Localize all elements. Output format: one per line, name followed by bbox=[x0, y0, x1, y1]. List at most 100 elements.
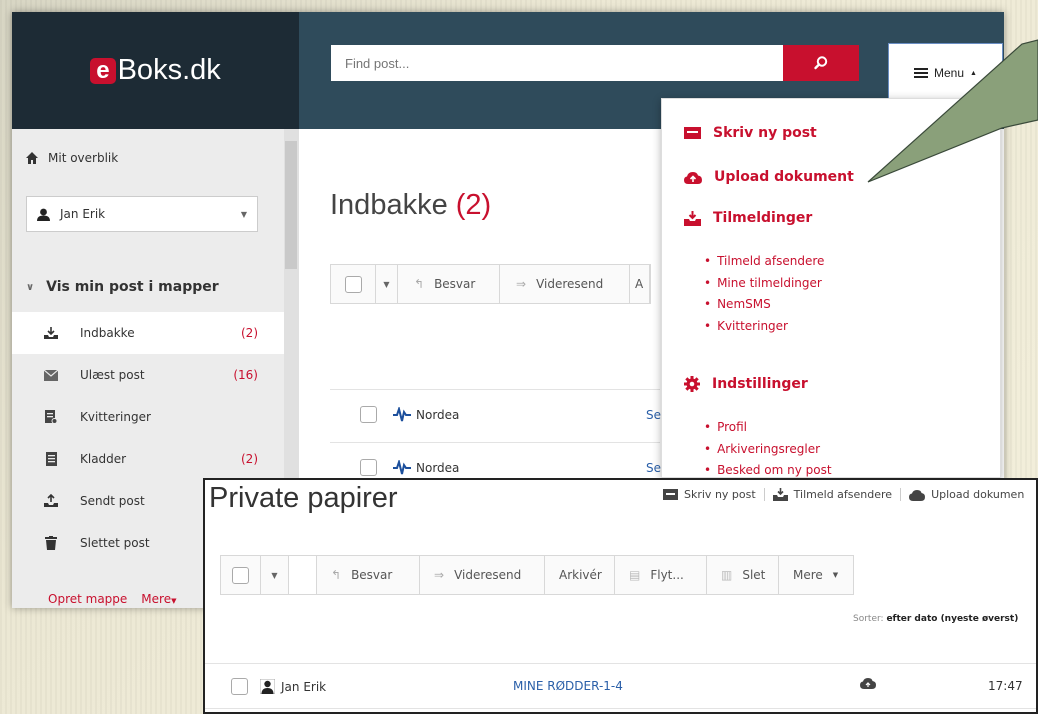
more-link[interactable]: Mere▼ bbox=[141, 592, 176, 606]
create-folder-link[interactable]: Opret mappe bbox=[48, 592, 127, 606]
menu-dropdown: Skriv ny post Upload dokument Tilmelding… bbox=[661, 98, 1001, 478]
subscribe-action-label: Tilmeld afsendere bbox=[793, 488, 893, 501]
subscription-link[interactable]: Mine tilmeldinger bbox=[704, 273, 824, 295]
folder-label: Ulæst post bbox=[80, 368, 145, 382]
cloud-upload-icon bbox=[684, 171, 702, 184]
envelope-icon bbox=[44, 368, 58, 382]
reply-icon: ↰ bbox=[414, 277, 425, 291]
upload-document-label: Upload dokument bbox=[714, 169, 854, 185]
overview-label: Mit overblik bbox=[48, 151, 119, 165]
table-row[interactable]: Jan Erik MINE RØDDER-1-4 17:47 bbox=[205, 663, 1036, 709]
sidebar-footer: Opret mappe Mere▼ bbox=[48, 592, 176, 606]
nordea-logo-icon bbox=[393, 406, 411, 421]
write-post-action[interactable]: Skriv ny post bbox=[655, 488, 764, 501]
sender-name: Nordea bbox=[416, 407, 460, 422]
folders-toggle[interactable]: ∨ Vis min post i mapper bbox=[26, 279, 219, 295]
envelope-icon bbox=[663, 489, 678, 500]
forward-label: Videresend bbox=[536, 277, 604, 291]
move-button[interactable]: ▤ Flyt... bbox=[615, 556, 707, 594]
settings-link[interactable]: Profil bbox=[704, 417, 832, 439]
subscriptions-item[interactable]: Tilmeldinger bbox=[684, 210, 812, 226]
caret-down-icon: ▼ bbox=[171, 597, 177, 605]
reply-button[interactable]: ↰ Besvar bbox=[317, 556, 420, 594]
archive-label: A bbox=[635, 277, 644, 291]
more-button[interactable]: Mere ▼ bbox=[779, 556, 853, 594]
inbox-icon bbox=[772, 488, 788, 501]
inbox-count: (2) bbox=[455, 189, 492, 221]
reply-icon: ↰ bbox=[331, 568, 342, 582]
chevron-down-icon: ▼ bbox=[240, 209, 247, 219]
cloud-upload-icon bbox=[860, 678, 876, 689]
search-input[interactable] bbox=[331, 45, 783, 81]
hamburger-icon bbox=[914, 68, 929, 78]
select-dropdown-button[interactable]: ▼ bbox=[261, 556, 289, 594]
archive-label: Arkivér bbox=[559, 568, 602, 582]
folder-label: Kvitteringer bbox=[80, 410, 151, 424]
user-icon bbox=[37, 208, 50, 221]
chevron-down-icon: ∨ bbox=[26, 281, 35, 293]
menu-button[interactable]: Menu ▲ bbox=[888, 43, 1003, 103]
folder-item-unread[interactable]: Ulæst post (16) bbox=[12, 354, 284, 396]
menu-label: Menu bbox=[934, 66, 965, 80]
folder-count: (2) bbox=[241, 326, 258, 340]
reply-button[interactable]: ↰ Besvar bbox=[398, 265, 500, 303]
nordea-logo-icon bbox=[393, 459, 411, 474]
archive-button[interactable]: Arkivér bbox=[545, 556, 615, 594]
sort-control[interactable]: Sorter: efter dato (nyeste øverst) bbox=[853, 614, 1018, 624]
receipt-icon bbox=[44, 410, 58, 424]
folder-count: (2) bbox=[241, 452, 258, 466]
search-button[interactable] bbox=[783, 45, 859, 81]
subject-link[interactable]: Se bbox=[646, 461, 661, 475]
sent-icon bbox=[44, 494, 58, 508]
inbox-icon bbox=[684, 210, 701, 226]
select-all-checkbox[interactable] bbox=[331, 265, 376, 303]
subject-link[interactable]: MINE RØDDER-1-4 bbox=[513, 679, 623, 693]
reply-label: Besvar bbox=[434, 277, 476, 291]
user-select[interactable]: Jan Erik ▼ bbox=[26, 196, 258, 232]
row-checkbox[interactable] bbox=[360, 459, 377, 476]
delete-label: Slet bbox=[742, 568, 766, 582]
folder-move-icon: ▤ bbox=[629, 568, 641, 582]
subscribe-action[interactable]: Tilmeld afsendere bbox=[763, 488, 900, 501]
caret-up-icon: ▲ bbox=[970, 69, 977, 77]
upload-action[interactable]: Upload dokumen bbox=[900, 488, 1032, 501]
sidebar-scroll-thumb[interactable] bbox=[285, 141, 297, 269]
subscription-link[interactable]: Kvitteringer bbox=[704, 316, 824, 338]
forward-button[interactable]: ⇒ Videresend bbox=[420, 556, 545, 594]
write-post-action-label: Skriv ny post bbox=[684, 488, 756, 501]
row-checkbox[interactable] bbox=[360, 406, 377, 423]
sender: Jan Erik bbox=[260, 679, 326, 694]
more-label: Mere bbox=[793, 568, 823, 582]
forward-label: Videresend bbox=[454, 568, 522, 582]
sort-value: efter dato (nyeste øverst) bbox=[886, 614, 1019, 624]
write-post-item[interactable]: Skriv ny post bbox=[684, 125, 817, 141]
select-all-checkbox[interactable] bbox=[221, 556, 261, 594]
table-row[interactable]: Nordea Se bbox=[330, 389, 661, 439]
sender-name: Nordea bbox=[416, 460, 460, 475]
folder-item-drafts[interactable]: Kladder (2) bbox=[12, 438, 284, 480]
delete-button[interactable]: ▥ Slet bbox=[707, 556, 779, 594]
user-icon bbox=[260, 679, 275, 694]
subscription-link[interactable]: Tilmeld afsendere bbox=[704, 251, 824, 273]
brand-logo[interactable]: e Boks.dk bbox=[12, 12, 299, 129]
arrow-right-icon: ⇒ bbox=[434, 568, 445, 582]
overview-link[interactable]: Mit overblik bbox=[26, 151, 118, 165]
folder-item-receipts[interactable]: Kvitteringer bbox=[12, 396, 284, 438]
settings-link[interactable]: Besked om ny post bbox=[704, 460, 832, 477]
folder-item-inbox[interactable]: Indbakke (2) bbox=[12, 312, 284, 354]
private-actions: Skriv ny post Tilmeld afsendere Upload d… bbox=[655, 488, 1032, 501]
logo-e: e bbox=[90, 57, 116, 84]
settings-item[interactable]: Indstillinger bbox=[684, 376, 808, 392]
envelope-icon bbox=[684, 127, 701, 139]
archive-button[interactable]: A bbox=[630, 265, 650, 303]
settings-link[interactable]: Arkiveringsregler bbox=[704, 439, 832, 461]
caret-down-icon: ▼ bbox=[832, 571, 839, 579]
sender: Nordea bbox=[392, 406, 460, 423]
row-checkbox[interactable] bbox=[231, 678, 248, 695]
forward-button[interactable]: ⇒ Videresend bbox=[500, 265, 630, 303]
subject-link[interactable]: Se bbox=[646, 408, 661, 422]
upload-document-item[interactable]: Upload dokument bbox=[684, 169, 854, 185]
sender-name: Jan Erik bbox=[281, 679, 327, 694]
select-dropdown-button[interactable]: ▼ bbox=[376, 265, 398, 303]
subscription-link[interactable]: NemSMS bbox=[704, 294, 824, 316]
